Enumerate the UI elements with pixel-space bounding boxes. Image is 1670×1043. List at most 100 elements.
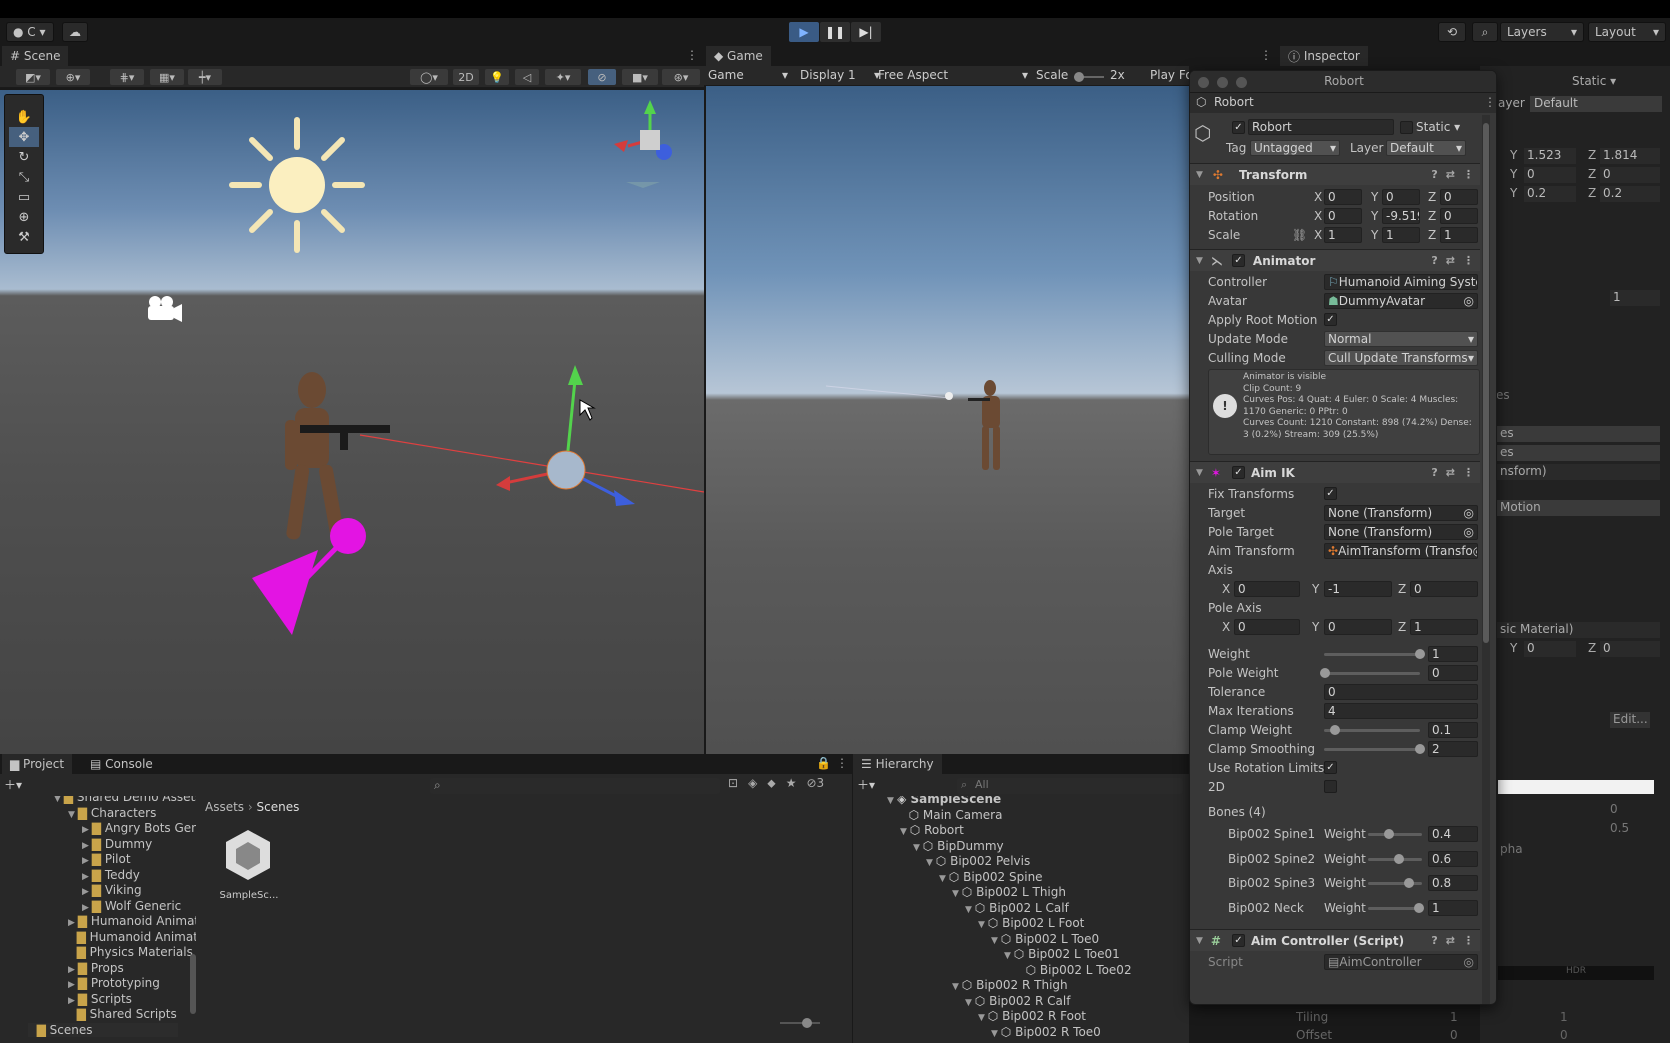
scene-view[interactable]: ✋ ✥ ↻ ⤡ ▭ ⊕ ⚒ (0, 90, 704, 754)
2d-checkbox[interactable] (1324, 780, 1337, 793)
chevron-down-icon[interactable] (1017, 967, 1026, 977)
orientation-gizmo[interactable] (614, 100, 672, 188)
bone-weight-field[interactable]: 1 (1428, 899, 1478, 916)
chevron-down-icon[interactable]: ▼ (952, 982, 962, 992)
clamp-smoothing-field[interactable]: 2 (1428, 741, 1478, 757)
bone-weight-slider-knob[interactable] (1404, 878, 1414, 888)
tag-icon[interactable]: ⬥ (767, 776, 775, 791)
tab-scene[interactable]: # Scene (2, 46, 69, 66)
chevron-right-icon[interactable] (28, 1027, 37, 1037)
project-tree-item[interactable]: ▇ Humanoid Animato (68, 930, 196, 944)
preset-icon[interactable]: ⇄ (1446, 934, 1455, 947)
step-button[interactable]: ▶| (851, 22, 881, 42)
chevron-down-icon[interactable]: ▼ (926, 858, 936, 868)
apply-root-checkbox[interactable]: ✓ (1324, 313, 1337, 326)
hierarchy-item[interactable]: ▼ ⬡ Bip002 L Calf (965, 901, 1069, 915)
chevron-down-icon[interactable]: ▼ (939, 874, 949, 884)
project-tree-item[interactable]: ▇ Physics Materials (68, 945, 193, 959)
pole-axis-y-field[interactable]: 0 (1324, 619, 1392, 635)
chevron-right-icon[interactable]: ▶ (82, 841, 92, 851)
icon-size-slider[interactable] (780, 1018, 820, 1028)
audio-toggle[interactable]: ◁ (515, 69, 539, 85)
shading-mode-button[interactable]: ◯▾ (410, 69, 448, 85)
aim-transform-field[interactable]: ✣AimTransform (Transfo◎ (1324, 543, 1478, 559)
tolerance-field[interactable]: 0 (1324, 684, 1478, 700)
clamp-weight-slider-knob[interactable] (1330, 725, 1340, 735)
custom-tool-icon[interactable]: ⚒ (9, 227, 39, 247)
weight-slider-knob[interactable] (1415, 649, 1425, 659)
search-by-type-icon[interactable]: ⊡ (728, 776, 738, 791)
effects-button[interactable]: ✦▾ (545, 69, 581, 85)
chevron-down-icon[interactable]: ▼ (952, 889, 962, 899)
target-icon[interactable]: ◎ (1473, 544, 1477, 558)
chevron-right-icon[interactable] (68, 934, 77, 944)
chevron-down-icon[interactable]: ▼ (68, 810, 78, 820)
bone-weight-slider-knob[interactable] (1394, 853, 1404, 864)
hierarchy-item[interactable]: ▼ ⬡ Bip002 Spine (939, 870, 1043, 884)
chevron-down-icon[interactable]: ▼ (54, 796, 64, 804)
chevron-down-icon[interactable] (900, 812, 909, 822)
hierarchy-item[interactable]: ▼ ⬡ Bip002 R Toe0 (991, 1025, 1101, 1039)
tab-console[interactable]: ▤ Console (82, 754, 161, 774)
inspector-scroll-thumb[interactable] (1483, 123, 1489, 643)
create-object-button[interactable]: ＋▾ (857, 776, 875, 793)
aimcontroller-enabled-checkbox[interactable]: ✓ (1232, 934, 1245, 947)
history-button[interactable]: ⟲ (1438, 22, 1466, 42)
pole-weight-slider[interactable] (1324, 672, 1420, 675)
chevron-right-icon[interactable] (68, 949, 77, 959)
project-tree-item[interactable]: ▼ ▇ Characters (68, 806, 156, 820)
avatar-field[interactable]: ☗ DummyAvatar ◎ (1324, 293, 1478, 309)
chevron-down-icon[interactable]: ▼ (913, 843, 923, 853)
move-tool-icon[interactable]: ✥ (9, 127, 39, 147)
breadcrumb-root[interactable]: Assets (205, 800, 244, 814)
chevron-down-icon[interactable]: ▼ (900, 827, 910, 837)
rotation-z-field[interactable]: 0 (1440, 208, 1478, 224)
bone-weight-slider[interactable] (1368, 833, 1422, 836)
hierarchy-item[interactable]: ⬡ Bip002 L Toe02 (1017, 963, 1132, 977)
play-focused-dropdown[interactable]: Play Fo (1150, 68, 1189, 82)
animator-enabled-checkbox[interactable]: ✓ (1232, 254, 1245, 267)
more-icon[interactable]: ⋮ (836, 756, 848, 770)
axis-z-field[interactable]: 0 (1410, 581, 1478, 597)
controller-field[interactable]: ⚐Humanoid Aiming Syste◎ (1324, 274, 1478, 290)
account-dropdown[interactable]: ● C ▾ (6, 22, 54, 42)
project-tree-item[interactable]: ▶ ▇ Prototyping (68, 976, 160, 990)
target-field[interactable]: None (Transform) ◎ (1324, 505, 1478, 521)
hierarchy-item[interactable]: ▼ ⬡ Bip002 L Toe0 (991, 932, 1099, 946)
rotate-tool-icon[interactable]: ↻ (9, 147, 39, 167)
eye-off-icon[interactable]: ⊘3 (806, 776, 824, 791)
preset-icon[interactable]: ⇄ (1446, 254, 1455, 267)
update-mode-dropdown[interactable]: Normal ▾ (1324, 331, 1478, 347)
layout-dropdown[interactable]: Layout ▾ (1588, 22, 1666, 42)
chevron-right-icon[interactable]: ▶ (82, 825, 92, 835)
weight-slider[interactable] (1324, 653, 1420, 656)
chevron-right-icon[interactable]: ▶ (82, 887, 92, 897)
position-z-field[interactable]: 0 (1440, 189, 1478, 205)
axis-y-field[interactable]: -1 (1324, 581, 1392, 597)
fix-transforms-checkbox[interactable]: ✓ (1324, 487, 1337, 500)
scale-x-field[interactable]: 1 (1324, 227, 1362, 243)
pole-weight-slider-knob[interactable] (1320, 668, 1330, 678)
aimik-header[interactable]: ▼ ✶ ✓ Aim IK ? ⇄ ⋮ (1190, 461, 1480, 483)
animator-header[interactable]: ▼ ⋋ ✓ Animator ? ⇄ ⋮ (1190, 249, 1480, 271)
project-tree-item[interactable]: ▶ ▇ Dummy (82, 837, 152, 851)
chevron-right-icon[interactable]: ▶ (68, 996, 78, 1006)
tab-hierarchy[interactable]: ☰ Hierarchy (853, 754, 942, 774)
tag-dropdown[interactable]: Untagged ▾ (1250, 140, 1340, 156)
chevron-right-icon[interactable] (68, 1011, 77, 1021)
hierarchy-item[interactable]: ▼ ⬡ Bip002 L Thigh (952, 885, 1066, 899)
chevron-right-icon[interactable]: ▶ (68, 918, 78, 928)
hierarchy-item[interactable]: ▼ ⬡ BipDummy (913, 839, 1004, 853)
culling-dropdown[interactable]: Cull Update Transforms ▾ (1324, 350, 1478, 366)
chevron-down-icon[interactable]: ▼ (991, 936, 1001, 946)
gizmos-button[interactable]: ⊛▾ (662, 69, 700, 85)
hierarchy-scene-item[interactable]: ▼ ◈ SampleScene (887, 796, 1001, 806)
pole-axis-x-field[interactable]: 0 (1234, 619, 1300, 635)
weight-field[interactable]: 1 (1428, 646, 1478, 662)
hierarchy-search-input[interactable]: ⌕ All (957, 778, 1183, 794)
hierarchy-item[interactable]: ▼ ⬡ Bip002 R Foot (978, 1009, 1086, 1023)
bone-weight-field[interactable]: 0.8 (1428, 875, 1478, 891)
clamp-smoothing-slider-knob[interactable] (1415, 744, 1425, 754)
grid-snap-button[interactable]: ⋕▾ (110, 69, 144, 85)
hierarchy-item[interactable]: ▼ ⬡ Bip002 L Toe01 (1004, 947, 1120, 961)
